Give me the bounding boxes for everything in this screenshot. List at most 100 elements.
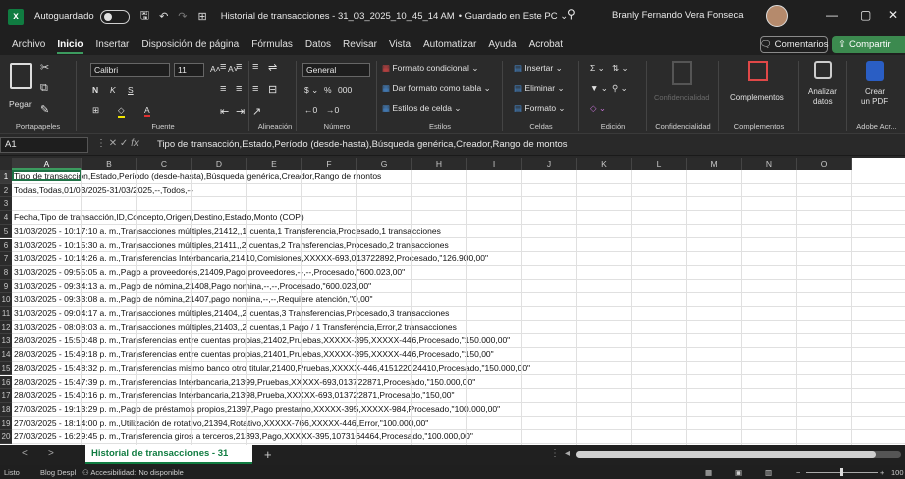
formula-input[interactable]: Tipo de transacción,Estado,Período (desd… [157,139,568,150]
cell-text[interactable]: 28/03/2025 - 15:47:39 p. m.,Transferenci… [14,376,475,389]
row-header[interactable]: 6 [0,238,12,253]
cell-text[interactable]: 31/03/2025 - 09:55:05 a. m.,Pago a prove… [14,266,405,279]
cell-text[interactable]: 31/03/2025 - 09:04:17 a. m.,Transaccione… [14,307,449,320]
cell-text[interactable]: 28/03/2025 - 15:49:18 p. m.,Transferenci… [14,348,494,361]
column-header[interactable]: E [247,158,302,170]
tab-automatizar[interactable]: Automatizar [423,39,476,50]
tab-archivo[interactable]: Archivo [12,39,45,50]
conditional-format-button[interactable]: ▦ Formato condicional ⌄ [382,63,478,74]
row-header[interactable]: 4 [0,211,12,225]
cell-text[interactable]: 28/03/2025 - 15:50:48 p. m.,Transferenci… [14,334,510,347]
maximize-icon[interactable]: ▢ [860,8,871,22]
next-sheet-icon[interactable]: > [48,448,54,459]
cell-text[interactable]: 28/03/2025 - 15:48:32 p. m.,Transferenci… [14,362,530,375]
table-row[interactable]: 27/03/2025 - 19:13:29 p. m.,Pago de prés… [12,403,905,417]
row-header[interactable]: 7 [0,252,12,266]
row-header[interactable]: 19 [0,416,12,431]
cell-text[interactable]: 27/03/2025 - 18:14:00 p. m.,Utilización … [14,417,428,430]
tab-revisar[interactable]: Revisar [343,39,377,50]
table-row[interactable]: 28/03/2025 - 15:49:18 p. m.,Transferenci… [12,348,905,362]
table-row[interactable]: 31/03/2025 - 09:55:05 a. m.,Pago a prove… [12,266,905,280]
percent-icon[interactable]: % [324,85,332,95]
format-cells-button[interactable]: ▤ Formato ⌄ [514,103,566,114]
paste-icon[interactable] [10,63,32,89]
prev-sheet-icon[interactable]: < [22,448,28,459]
row-header[interactable]: 3 [0,197,12,212]
column-header[interactable]: J [522,158,577,170]
search-icon[interactable]: ⚲ [567,7,576,21]
align-top-icon[interactable]: ≡ [220,61,226,73]
horizontal-scrollbar[interactable] [576,451,901,458]
minimize-icon[interactable]: — [826,8,838,22]
cell-text[interactable]: 27/03/2025 - 19:13:29 p. m.,Pago de prés… [14,403,500,416]
row-header[interactable]: 8 [0,265,12,280]
insert-cells-button[interactable]: ▤ Insertar ⌄ [514,63,563,74]
table-row[interactable]: 31/03/2025 - 09:33:08 a. m.,Pago de nómi… [12,293,905,307]
tab-datos[interactable]: Datos [305,39,331,50]
align-bottom-icon[interactable]: ≡ [252,61,258,73]
align-right-icon[interactable]: ≡ [252,83,258,95]
align-middle-icon[interactable]: ≡ [236,61,242,73]
cut-icon[interactable]: ✂ [40,61,49,74]
zoom-level[interactable]: 100 [891,468,904,477]
row-header[interactable]: 18 [0,402,12,417]
table-row[interactable]: Todas,Todas,01/03/2025-31/03/2025,--,Tod… [12,184,905,198]
table-row[interactable]: 31/03/2025 - 10:15:30 a. m.,Transaccione… [12,239,905,253]
table-row[interactable]: 28/03/2025 - 15:48:32 p. m.,Transferenci… [12,362,905,376]
tab-inicio[interactable]: Inicio [57,39,84,54]
cell-text[interactable]: Todas,Todas,01/03/2025-31/03/2025,--,Tod… [14,184,193,197]
tab-ayuda[interactable]: Ayuda [488,39,516,50]
scrollbar-thumb[interactable] [576,451,876,458]
table-row[interactable]: 31/03/2025 - 10:17:10 a. m.,Transaccione… [12,225,905,239]
column-header[interactable]: D [192,158,247,170]
close-icon[interactable]: ✕ [888,8,898,22]
table-row[interactable]: Tipo de transacción,Estado,Período (desd… [12,170,905,184]
column-header[interactable]: G [357,158,412,170]
column-header[interactable]: N [742,158,797,170]
row-header[interactable]: 1 [0,170,12,184]
save-icon[interactable]: 🖫 [140,7,149,26]
sensitivity-button[interactable]: Confidencialidad [654,93,709,102]
row-header[interactable]: 5 [0,224,12,239]
sort-filter-icon[interactable]: ⇅ ⌄ [612,63,629,74]
save-status[interactable]: • Guardado en Este PC ⌄ [459,11,569,22]
row-header[interactable]: 11 [0,307,12,321]
table-row[interactable] [12,197,905,212]
thousands-icon[interactable]: 000 [338,85,352,95]
cell-text[interactable]: 31/03/2025 - 09:33:08 a. m.,Pago de nómi… [14,293,373,306]
column-header[interactable]: H [412,158,467,170]
orientation-icon[interactable]: ↗ [252,105,261,118]
indent-icon[interactable]: ⇤ [220,105,229,118]
table-row[interactable]: 28/03/2025 - 15:40:16 p. m.,Transferenci… [12,389,905,403]
comments-button[interactable]: 🗨 Comentarios [760,36,828,53]
row-header[interactable]: 10 [0,293,12,307]
column-header[interactable]: K [577,158,632,170]
underline-icon[interactable]: S [128,85,134,95]
spreadsheet-grid[interactable]: ABCDEFGHIJKLMNO 1 Tipo de transacción,Est… [0,158,905,445]
cell-text[interactable]: Fecha,Tipo de transacción,ID,Concepto,Or… [14,211,304,224]
row-header[interactable]: 2 [0,183,12,198]
format-painter-icon[interactable]: ✎ [40,103,49,116]
borders-icon[interactable]: ⊞ [92,105,99,116]
row-header[interactable]: 13 [0,334,12,349]
sheet-tab[interactable]: Historial de transacciones - 31 [85,445,252,464]
column-header[interactable]: C [137,158,192,170]
tab-vista[interactable]: Vista [389,39,411,50]
table-row[interactable]: 31/03/2025 - 09:04:17 a. m.,Transaccione… [12,307,905,321]
page-break-icon[interactable]: ▥ [765,468,772,477]
find-icon[interactable]: ⚲ ⌄ [612,83,628,94]
zoom-slider-thumb[interactable] [840,468,843,476]
row-header[interactable]: 12 [0,320,12,335]
copy-icon[interactable]: ⧉ [40,82,48,95]
addins-button[interactable]: Complementos [730,93,784,102]
column-header[interactable]: L [632,158,687,170]
font-name-select[interactable]: Calibri [90,63,170,77]
tab-disposici-n-de-p-gina[interactable]: Disposición de página [141,39,239,50]
tab-split-handle-icon[interactable]: ⋮ [550,448,560,459]
cell-text[interactable]: 27/03/2025 - 16:29:45 p. m.,Transferenci… [14,430,473,443]
number-format-select[interactable]: General [302,63,370,77]
name-box[interactable]: A1 [0,137,88,153]
cell-text[interactable]: 31/03/2025 - 10:15:30 a. m.,Transaccione… [14,239,449,252]
redo-icon[interactable]: ↷ [178,10,187,23]
table-row[interactable]: Fecha,Tipo de transacción,ID,Concepto,Or… [12,211,905,225]
